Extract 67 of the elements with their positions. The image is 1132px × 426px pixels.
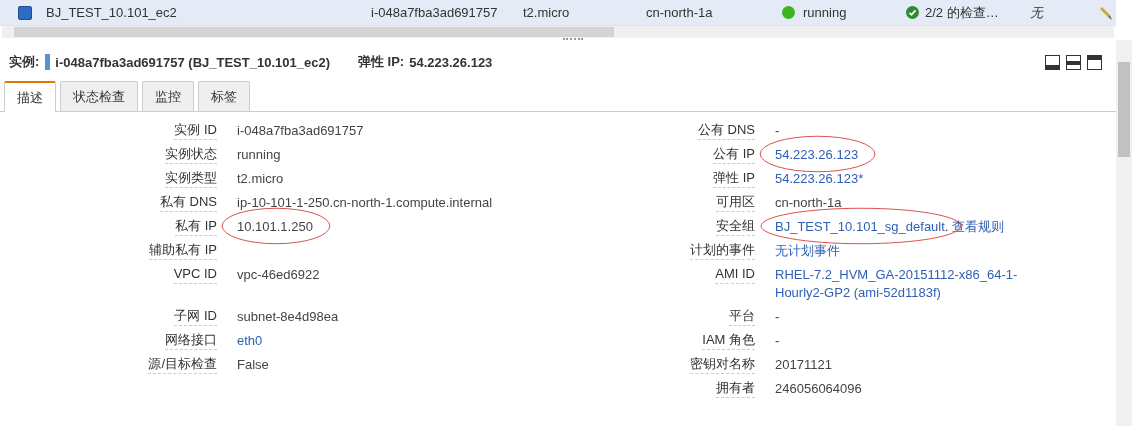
panel-layout-icon[interactable]	[1045, 54, 1060, 70]
eip-label: 弹性 IP:	[357, 53, 405, 71]
value-link[interactable]: BJ_TEST_10.101_sg_default	[775, 218, 945, 236]
field-label: 辅助私有 IP	[149, 241, 217, 260]
field-label: 实例状态	[165, 145, 217, 164]
field-label: 私有 IP	[175, 217, 217, 236]
field-label: 平台	[729, 307, 755, 326]
panel-layout-icon[interactable]	[1066, 54, 1081, 70]
field-value: -	[775, 122, 780, 140]
field-label: 实例 ID	[174, 121, 217, 140]
table-cell-text: 无	[1030, 3, 1045, 22]
edit-icon[interactable]	[1100, 5, 1112, 20]
table-cell-text: cn-north-1a	[646, 5, 714, 20]
panel-layout-icon[interactable]	[1087, 54, 1102, 70]
field-label: 安全组	[716, 217, 755, 236]
tab[interactable]: 标签	[198, 81, 250, 111]
table-cell: running	[803, 5, 847, 20]
field-label: IAM 角色	[702, 331, 755, 350]
field-label: VPC ID	[173, 265, 217, 284]
horizontal-scrollbar[interactable]	[2, 26, 1114, 38]
vertical-scrollbar[interactable]	[1116, 40, 1132, 426]
field-value: vpc-46ed6922	[237, 266, 320, 284]
field-label: 可用区	[716, 193, 755, 212]
value-link[interactable]: 无计划事件	[775, 242, 840, 260]
instance-label: 实例:	[9, 53, 40, 71]
value-link[interactable]: 54.223.26.123*	[775, 170, 864, 188]
field-label: 实例类型	[165, 169, 217, 188]
field-value: subnet-8e4d98ea	[237, 308, 339, 326]
table-cell: 2/2 的检查…	[925, 3, 999, 22]
field-value: 246056064096	[775, 380, 862, 398]
table-row[interactable]: BJ_TEST_10.101_ec2 i-048a7fba3ad691757 t2.micro cn-north-1a running 2/2 的检查… 无	[0, 0, 1116, 26]
field-value: t2.micro	[237, 170, 284, 188]
instance-title: i-048a7fba3ad691757 (BJ_TEST_10.101_ec2)	[55, 54, 330, 70]
table-cell-text: t2.micro	[523, 5, 571, 20]
tab[interactable]: 状态检查	[60, 81, 138, 111]
field-value: 10.101.1.250	[237, 218, 313, 236]
field-value: -	[775, 332, 780, 350]
field-label: AMI ID	[715, 265, 755, 284]
field-label: 弹性 IP	[713, 169, 755, 188]
field-value: running	[237, 146, 281, 164]
field-label: 源/目标检查	[148, 355, 217, 374]
field-label: 子网 ID	[174, 307, 217, 326]
status-dot	[782, 6, 795, 19]
eip-value: 54.223.26.123	[409, 54, 493, 70]
field-label: 密钥对名称	[690, 355, 755, 374]
instance-marker-icon	[45, 54, 51, 70]
check-icon	[906, 6, 919, 19]
value-link[interactable]: eth0	[237, 332, 263, 350]
field-value: cn-north-1a	[775, 194, 842, 212]
field-label: 私有 DNS	[159, 193, 217, 212]
field-value: ip-10-101-1-250.cn-north-1.compute.internal	[237, 194, 493, 212]
field-label: 网络接口	[165, 331, 217, 350]
field-label: 计划的事件	[690, 241, 755, 260]
table-cell-text: i-048a7fba3ad691757	[371, 5, 499, 20]
field-value: i-048a7fba3ad691757	[237, 122, 364, 140]
row-checkbox[interactable]	[18, 5, 32, 20]
tab[interactable]: 监控	[142, 81, 194, 111]
field-value: 20171121	[775, 356, 832, 374]
value-link[interactable]: RHEL-7.2_HVM_GA-20151112-x86_64-1-Hourly2-GP2 (ami-52d1183f)	[775, 266, 1045, 302]
field-value: False	[237, 356, 269, 374]
tab[interactable]: 描述	[4, 81, 56, 112]
field-label: 公有 DNS	[697, 121, 755, 140]
field-value: -	[775, 308, 780, 326]
separator-text: .	[944, 219, 949, 234]
field-label: 拥有者	[716, 379, 755, 398]
field-label: 公有 IP	[713, 145, 755, 164]
table-cell-text: BJ_TEST_10.101_ec2	[46, 5, 178, 20]
